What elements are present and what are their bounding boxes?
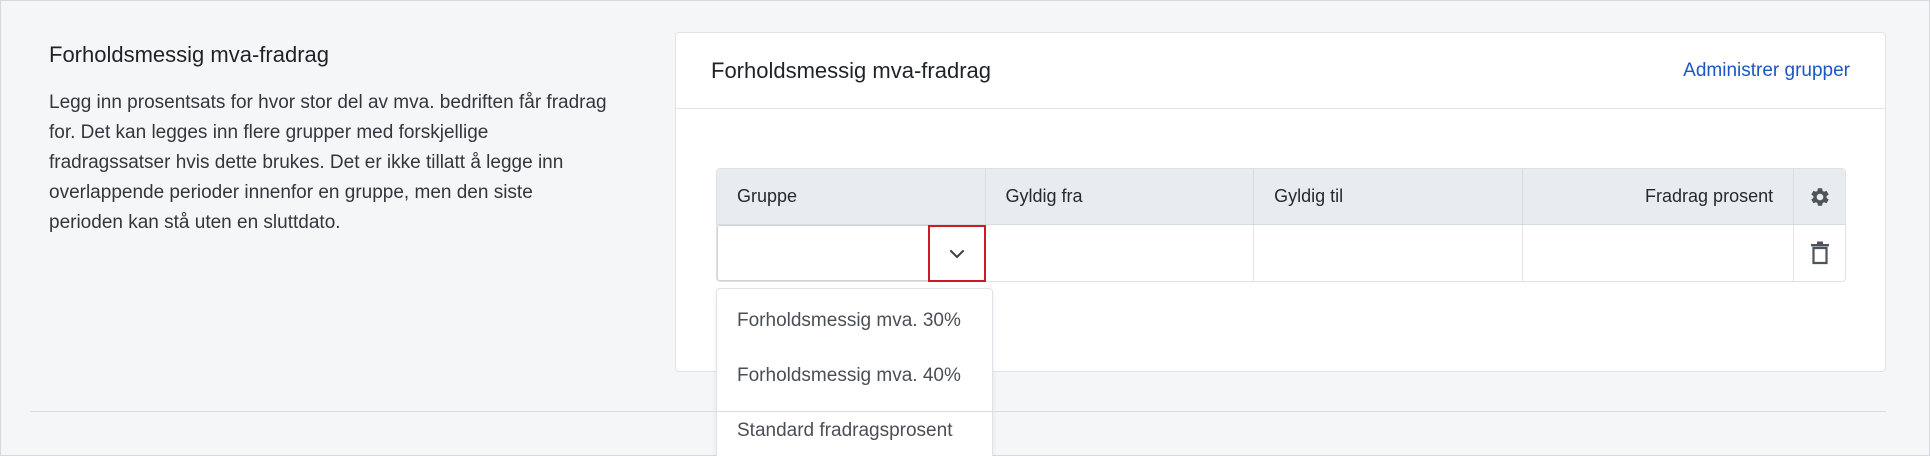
- valid-to-cell[interactable]: [1254, 225, 1523, 281]
- column-header-valid-from: Gyldig fra: [986, 169, 1255, 224]
- column-header-valid-to: Gyldig til: [1254, 169, 1523, 224]
- settings-button[interactable]: [1794, 169, 1845, 224]
- section-divider: [30, 411, 1886, 412]
- group-cell: [717, 225, 986, 282]
- group-select[interactable]: [717, 225, 986, 282]
- column-header-group: Gruppe: [717, 169, 986, 224]
- section-description: Legg inn prosentsats for hvor stor del a…: [49, 92, 607, 233]
- section-intro: Forholdsmessig mva-fradrag Legg inn pros…: [49, 42, 609, 238]
- card-header: Forholdsmessig mva-fradrag Administrer g…: [676, 33, 1885, 109]
- valid-from-cell[interactable]: [986, 225, 1255, 281]
- deduction-percent-cell[interactable]: [1523, 225, 1795, 281]
- delete-row-button[interactable]: [1794, 225, 1845, 281]
- deduction-table: Gruppe Gyldig fra Gyldig til Fradrag pro…: [716, 168, 1846, 282]
- gear-icon: [1809, 186, 1831, 208]
- section-title: Forholdsmessig mva-fradrag: [49, 42, 329, 67]
- dropdown-option[interactable]: Forholdsmessig mva. 30%: [717, 293, 992, 348]
- trash-icon: [1810, 241, 1830, 265]
- column-header-deduction-percent: Fradrag prosent: [1523, 169, 1795, 224]
- manage-groups-link[interactable]: Administrer grupper: [1683, 60, 1850, 82]
- table-row: [717, 225, 1845, 282]
- group-select-toggle[interactable]: [928, 225, 986, 282]
- group-dropdown-menu: Forholdsmessig mva. 30% Forholdsmessig m…: [716, 288, 993, 456]
- table-header: Gruppe Gyldig fra Gyldig til Fradrag pro…: [717, 169, 1845, 225]
- dropdown-option[interactable]: Forholdsmessig mva. 40%: [717, 348, 992, 403]
- settings-card: Forholdsmessig mva-fradrag Administrer g…: [675, 32, 1886, 456]
- card-title: Forholdsmessig mva-fradrag: [711, 57, 991, 83]
- chevron-down-icon: [949, 249, 965, 259]
